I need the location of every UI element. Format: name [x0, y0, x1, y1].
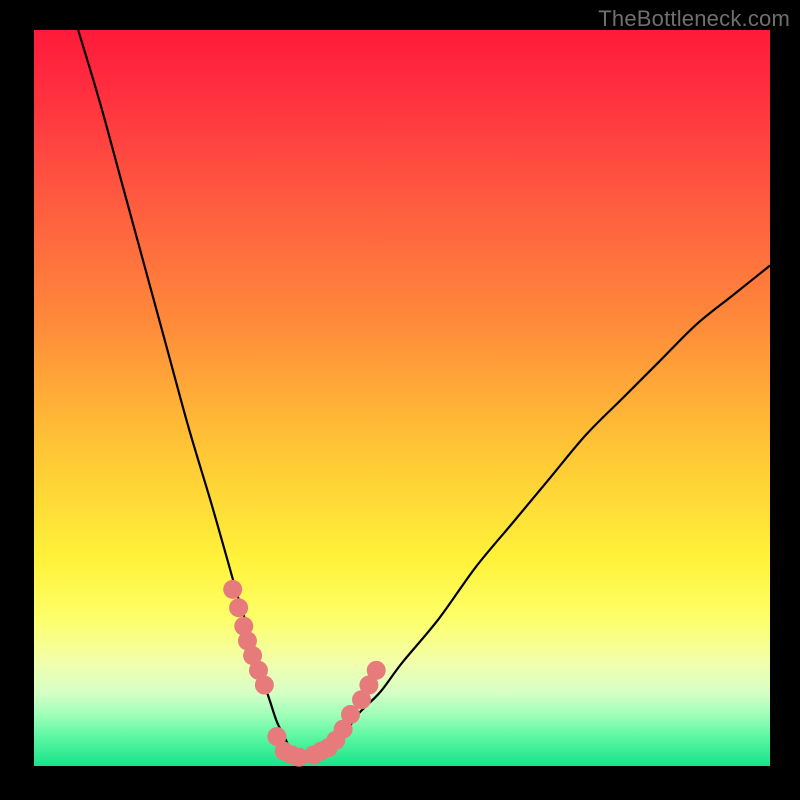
marker-dot [255, 676, 274, 695]
watermark-text: TheBottleneck.com [598, 6, 790, 32]
marker-dot [223, 580, 242, 599]
marker-dot [229, 598, 248, 617]
highlight-markers [223, 580, 386, 767]
curve-layer [34, 30, 770, 766]
outer-frame: TheBottleneck.com [0, 0, 800, 800]
bottleneck-curve [78, 30, 770, 759]
plot-area [34, 30, 770, 766]
marker-dot [367, 661, 386, 680]
